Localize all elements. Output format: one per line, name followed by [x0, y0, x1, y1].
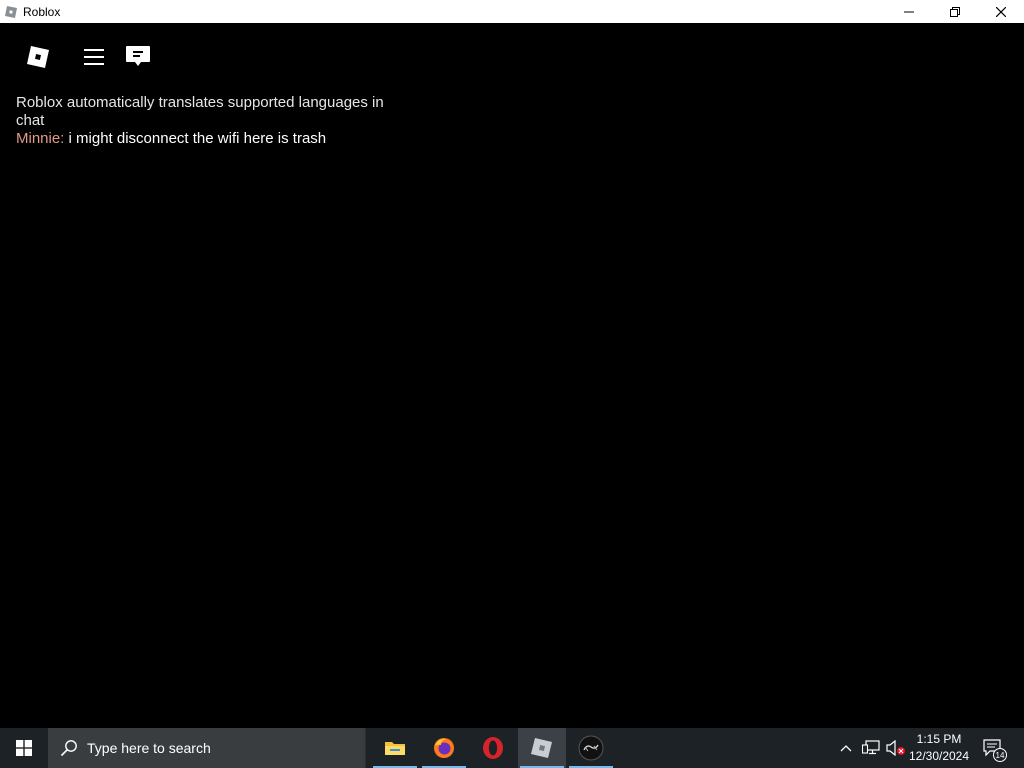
- notification-count-badge: 14: [993, 748, 1007, 762]
- search-icon: [59, 738, 79, 758]
- volume-muted-icon: [886, 740, 905, 756]
- app-icon: [578, 735, 604, 761]
- roblox-logo-icon: [27, 46, 49, 68]
- close-button[interactable]: [978, 0, 1024, 23]
- chat-message-text: i might disconnect the wifi here is tras…: [68, 130, 327, 147]
- notification-count: 14: [996, 751, 1005, 760]
- opera-icon: [483, 737, 503, 759]
- chat-system-message: Roblox automatically translates supporte…: [16, 94, 384, 129]
- close-icon: [996, 6, 1006, 17]
- window-titlebar: Roblox: [0, 0, 1024, 23]
- chat-message: Minnie: i might disconnect the wifi here…: [16, 130, 416, 148]
- tray-volume-button[interactable]: [884, 728, 908, 768]
- chat-toggle-button[interactable]: [125, 45, 151, 69]
- taskbar-app-opera[interactable]: [469, 728, 517, 768]
- hamburger-menu-icon: [84, 49, 104, 65]
- chat-author[interactable]: Minnie:: [16, 130, 64, 147]
- clock-time: 1:15 PM: [916, 732, 962, 746]
- restore-icon: [950, 6, 960, 17]
- network-icon: [862, 740, 880, 755]
- search-placeholder: Type here to search: [87, 740, 211, 756]
- window-title: Roblox: [23, 4, 61, 19]
- tray-show-hidden-button[interactable]: [836, 728, 856, 768]
- chevron-up-icon: [840, 745, 852, 752]
- taskbar-app-other[interactable]: [567, 728, 615, 768]
- roblox-icon: [531, 738, 552, 758]
- taskbar-app-file-explorer[interactable]: [371, 728, 419, 768]
- clock-date: 12/30/2024: [908, 749, 970, 763]
- tray-clock[interactable]: 1:15 PM 12/30/2024: [906, 731, 972, 765]
- taskbar-app-roblox[interactable]: [518, 728, 566, 768]
- menu-button[interactable]: [83, 47, 105, 66]
- tray-network-button[interactable]: [859, 728, 883, 768]
- start-button[interactable]: [0, 728, 48, 768]
- taskbar-search-box[interactable]: Type here to search: [48, 728, 366, 768]
- firefox-icon: [434, 738, 454, 758]
- minimize-icon: [904, 11, 914, 12]
- taskbar: Type here to search 1:15 PM 12/30/2024: [0, 728, 1024, 768]
- chat-icon: [126, 46, 150, 66]
- roblox-app-icon: [4, 5, 18, 19]
- file-explorer-icon: [385, 742, 405, 755]
- chat-window: Roblox automatically translates supporte…: [16, 94, 416, 148]
- minimize-button[interactable]: [886, 0, 932, 23]
- roblox-logo-button[interactable]: [26, 45, 50, 69]
- windows-logo-icon: [16, 740, 32, 756]
- restore-button[interactable]: [932, 0, 978, 23]
- taskbar-app-firefox[interactable]: [420, 728, 468, 768]
